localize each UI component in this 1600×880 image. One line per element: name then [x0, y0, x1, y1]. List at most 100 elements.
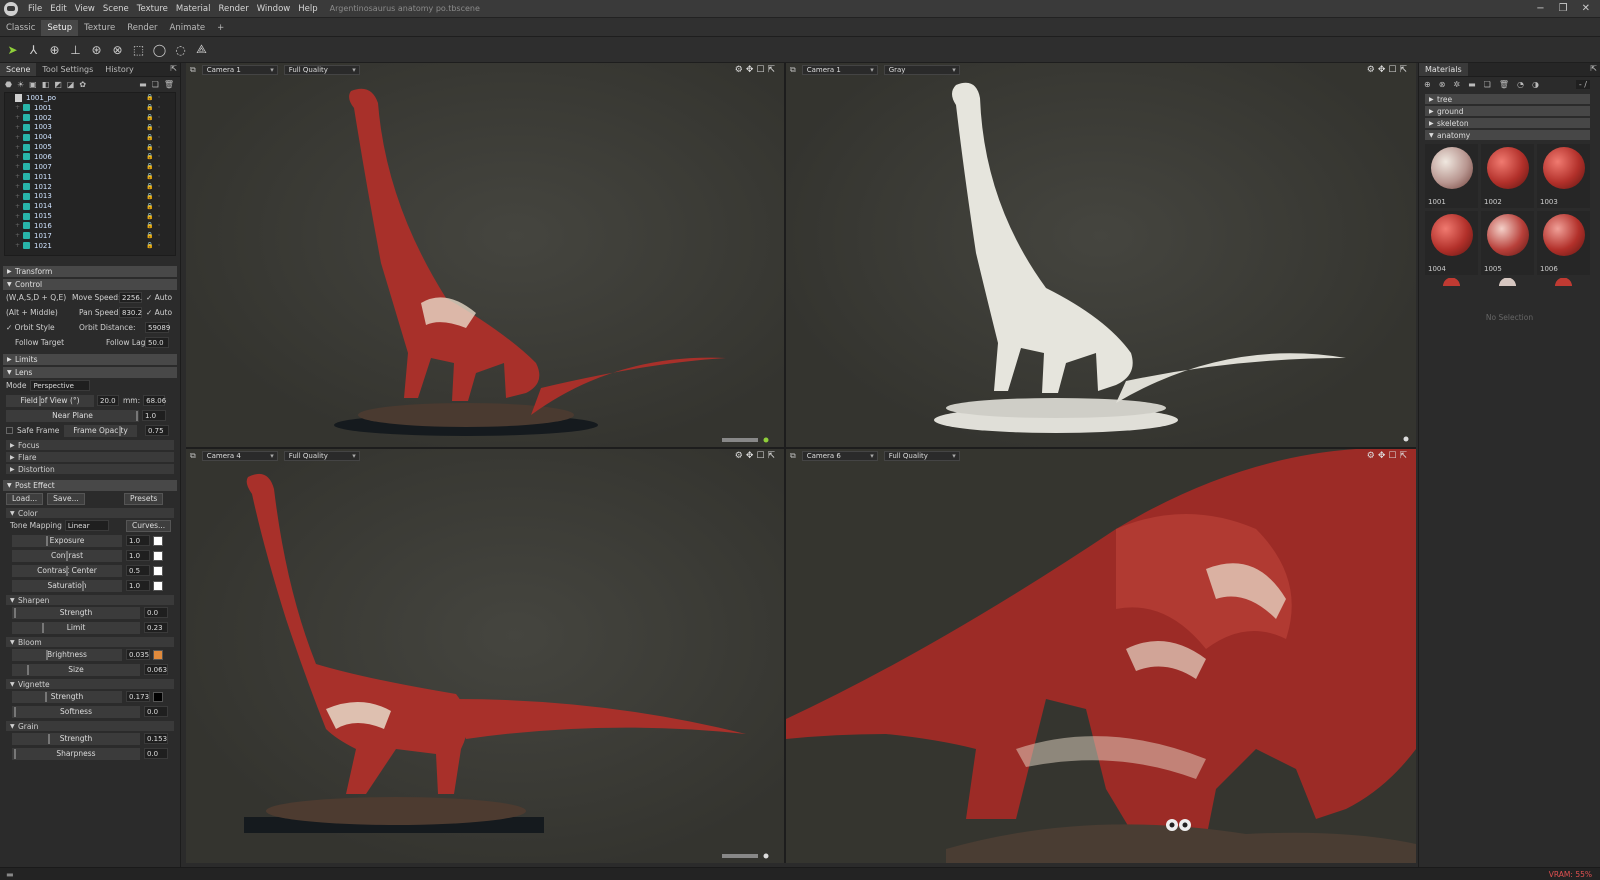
section-flare[interactable]: ▶ Flare — [6, 452, 174, 462]
section-distortion[interactable]: ▶ Distortion — [6, 464, 174, 474]
pan-speed-field[interactable]: 830.2 — [119, 307, 142, 318]
contrast-center-field[interactable]: 0.5 — [126, 565, 150, 576]
menu-view[interactable]: View — [71, 4, 99, 14]
add-object-icon[interactable]: ⬣ — [5, 80, 12, 89]
viewport-3[interactable]: ⧉ Camera 4 Full Quality ⚙✥☐⇱ — [186, 449, 784, 863]
material-thumbnail[interactable]: 1004 — [1425, 211, 1478, 275]
material-thumbnail[interactable]: 1001 — [1425, 144, 1478, 208]
menu-help[interactable]: Help — [294, 4, 321, 14]
add-camera-icon[interactable]: ▣ — [29, 80, 37, 89]
exposure-color-swatch[interactable] — [153, 535, 163, 546]
material-thumbnail[interactable]: 1006 — [1537, 211, 1590, 275]
move-speed-field[interactable]: 2256. — [119, 292, 142, 303]
camera-icon[interactable]: ⧉ — [790, 451, 796, 461]
tab-add[interactable]: + — [211, 20, 230, 36]
tab-setup[interactable]: Setup — [41, 20, 79, 36]
section-transform[interactable]: ▶ Transform — [3, 266, 177, 277]
frame-opacity-slider[interactable]: Frame Opacity — [64, 424, 137, 437]
status-expand-icon[interactable]: ▬ — [0, 870, 14, 879]
gear-icon[interactable]: ⚙ — [1367, 65, 1378, 75]
near-plane-slider[interactable]: Near Plane — [6, 409, 139, 422]
vignette-softness-field[interactable]: 0.0 — [144, 706, 168, 717]
tab-render[interactable]: Render — [121, 20, 163, 36]
move-icon[interactable]: ✥ — [1378, 65, 1389, 75]
section-bloom[interactable]: ▼ Bloom — [6, 637, 174, 647]
saturation-slider[interactable]: Saturation — [12, 579, 122, 592]
add-group-icon[interactable]: ◩ — [54, 80, 62, 89]
undock-icon[interactable]: ⇱ — [1590, 64, 1597, 73]
tree-item[interactable]: +1003 🔒◦ — [5, 123, 175, 133]
frame-icon[interactable]: ☐ — [1388, 451, 1399, 461]
circle-select-icon[interactable]: ◯ — [151, 41, 168, 58]
material-thumbnail[interactable]: 1003 — [1537, 144, 1590, 208]
menu-window[interactable]: Window — [253, 4, 295, 14]
add-mesh-icon[interactable]: ◪ — [67, 80, 75, 89]
app-logo-icon[interactable] — [4, 1, 18, 16]
viewport-2[interactable]: ⧉ Camera 1 Gray ⚙✥☐⇱ — [786, 63, 1416, 447]
viewport-1[interactable]: ⧉ Camera 1 Full Quality ⚙✥☐⇱ — [186, 63, 784, 447]
material-search-field[interactable]: - / — [1575, 80, 1590, 89]
popout-icon[interactable]: ⇱ — [1399, 451, 1410, 461]
orbit-distance-field[interactable]: 59089 — [145, 322, 170, 333]
add-light-icon[interactable]: ☀ — [17, 80, 24, 89]
popout-icon[interactable]: ⇱ — [1399, 65, 1410, 75]
exposure-slider[interactable]: Exposure — [12, 534, 122, 547]
tab-history[interactable]: History — [99, 63, 139, 76]
material-category-skeleton[interactable]: ▶ skeleton — [1425, 118, 1590, 128]
tree-item[interactable]: +1006 🔒◦ — [5, 152, 175, 162]
duplicate-icon[interactable]: ❏ — [152, 80, 159, 89]
rotate-globe-icon[interactable]: ⊕ — [46, 41, 63, 58]
delete-icon[interactable]: 🗑 — [164, 80, 174, 89]
saturation-field[interactable]: 1.0 — [126, 580, 150, 591]
frame-icon[interactable]: ☐ — [756, 65, 767, 75]
menu-render[interactable]: Render — [214, 4, 252, 14]
copy-material-icon[interactable]: ❏ — [1484, 80, 1491, 89]
lasso-icon[interactable]: ◌ — [172, 41, 189, 58]
bloom-color-swatch[interactable] — [153, 649, 163, 660]
contrast-field[interactable]: 1.0 — [126, 550, 150, 561]
grain-strength-slider[interactable]: Strength — [12, 732, 140, 745]
vignette-softness-slider[interactable]: Softness — [12, 705, 140, 718]
follow-target-checkbox[interactable]: Follow Target — [6, 338, 64, 347]
section-focus[interactable]: ▶ Focus — [6, 440, 174, 450]
box-select-icon[interactable]: ⬚ — [130, 41, 147, 58]
tone-mapping-dropdown[interactable]: Linear — [64, 520, 109, 531]
minimize-icon[interactable]: − — [1536, 3, 1544, 14]
camera-icon[interactable]: ⧉ — [790, 65, 796, 75]
render-mode-dropdown[interactable]: Gray — [883, 65, 960, 75]
move-speed-auto-checkbox[interactable]: ✓ Auto — [146, 293, 172, 302]
select-arrow-icon[interactable]: ➤ — [4, 41, 21, 58]
section-lens[interactable]: ▼ Lens — [3, 367, 177, 378]
move-icon[interactable]: ✥ — [746, 451, 757, 461]
safe-frame-checkbox[interactable] — [6, 427, 13, 434]
saturation-color-swatch[interactable] — [153, 580, 163, 591]
contrast-center-slider[interactable]: Contrast Center — [12, 564, 122, 577]
sharpen-limit-slider[interactable]: Limit — [12, 621, 140, 634]
tab-tool-settings[interactable]: Tool Settings — [36, 63, 99, 76]
delete-material-icon[interactable]: 🗑 — [1499, 80, 1509, 89]
menu-edit[interactable]: Edit — [46, 4, 70, 14]
menu-scene[interactable]: Scene — [99, 4, 133, 14]
camera-icon[interactable]: ⧉ — [190, 451, 196, 461]
grain-sharpness-field[interactable]: 0.0 — [144, 748, 168, 759]
tree-item[interactable]: +1021 🔒◦ — [5, 241, 175, 251]
menu-material[interactable]: Material — [172, 4, 215, 14]
frame-icon[interactable]: ☐ — [756, 451, 767, 461]
near-plane-field[interactable]: 1.0 — [142, 410, 166, 421]
follow-lag-field[interactable]: 50.0 — [145, 337, 169, 348]
object-move-icon[interactable]: ⊛ — [88, 41, 105, 58]
camera-dropdown[interactable]: Camera 4 — [201, 451, 278, 461]
load-button[interactable]: Load... — [6, 492, 44, 505]
refresh-material-icon[interactable]: ◑ — [1532, 80, 1539, 89]
fov-field[interactable]: 20.0 — [97, 395, 119, 406]
vignette-strength-slider[interactable]: Strength — [12, 690, 122, 703]
section-limits[interactable]: ▶ Limits — [3, 354, 177, 365]
link-material-icon[interactable]: ✲ — [1453, 80, 1460, 89]
gear-icon[interactable]: ⚙ — [1367, 451, 1378, 461]
add-sky-icon[interactable]: ✿ — [79, 80, 86, 89]
save-button[interactable]: Save... — [47, 492, 85, 505]
sphere-select-icon[interactable]: ⊗ — [109, 41, 126, 58]
polygon-select-icon[interactable]: ⟁ — [193, 41, 210, 58]
tree-item[interactable]: +1017 🔒◦ — [5, 231, 175, 241]
camera-dropdown[interactable]: Camera 1 — [801, 65, 878, 75]
